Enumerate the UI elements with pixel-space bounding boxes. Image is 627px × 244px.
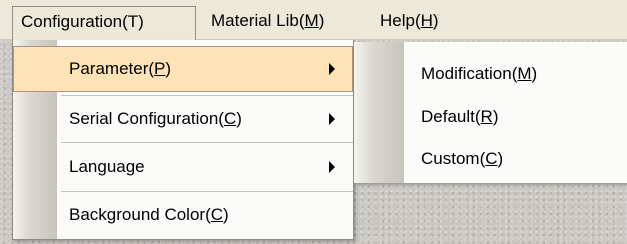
configuration-dropdown: Parameter(P) Serial Configuration(C) Lan… (12, 40, 354, 240)
label-text: ) (492, 107, 499, 126)
menu-configuration-label: Configuration(T) (21, 12, 144, 31)
submenu-item-custom-label: Custom(C) (421, 136, 503, 182)
accelerator-key: P (154, 59, 166, 78)
menu-bar: Configuration(T) Material Lib(M) Help(H) (0, 0, 627, 41)
accelerator-key: C (210, 205, 224, 224)
label-text: ) (236, 109, 242, 128)
submenu-arrow-icon (329, 161, 335, 173)
submenu-item-modification[interactable]: Modification(M) (354, 51, 627, 97)
menu-help[interactable]: Help(H) (380, 6, 439, 35)
label-text: Language (69, 157, 145, 176)
accelerator-key: C (223, 109, 237, 128)
label-text: Custom( (421, 149, 486, 168)
label-text: ) (531, 64, 538, 83)
submenu-item-default-label: Default(R) (421, 94, 498, 140)
menu-item-serial-configuration-label: Serial Configuration(C) (69, 96, 242, 142)
label-text: Default( (421, 107, 481, 126)
accelerator-key: R (480, 107, 493, 126)
label-text: ) (223, 205, 229, 224)
label-text: ) (318, 11, 325, 30)
submenu-item-default[interactable]: Default(R) (354, 94, 627, 140)
accelerator-key: M (517, 64, 532, 83)
menu-item-background-color[interactable]: Background Color(C) (13, 192, 353, 238)
label-text: Background Color( (69, 205, 211, 224)
label-text: ) (165, 59, 172, 78)
submenu-item-custom[interactable]: Custom(C) (354, 136, 627, 182)
menu-item-parameter-label: Parameter(P) (69, 47, 171, 93)
menu-item-language[interactable]: Language (13, 144, 353, 190)
accelerator-key: C (485, 149, 498, 168)
label-text: Material Lib( (211, 11, 305, 30)
menu-item-serial-configuration[interactable]: Serial Configuration(C) (13, 96, 353, 142)
menu-material-lib-label: Material Lib(M) (211, 11, 324, 30)
accelerator-key: H (420, 11, 433, 30)
menu-separator (61, 142, 353, 143)
accelerator-key: M (304, 11, 319, 30)
menu-configuration[interactable]: Configuration(T) (12, 6, 196, 41)
submenu-arrow-icon (329, 113, 335, 125)
label-text: ) (497, 149, 504, 168)
submenu-arrow-icon (329, 63, 335, 75)
label-text: Modification( (421, 64, 518, 83)
submenu-item-modification-label: Modification(M) (421, 51, 537, 97)
menu-item-language-label: Language (69, 144, 145, 190)
menu-help-label: Help(H) (380, 11, 439, 30)
label-text: Help( (380, 11, 421, 30)
label-text: Parameter( (69, 59, 155, 78)
parameter-submenu: Modification(M) Default(R) Custom(C) (354, 42, 627, 183)
menu-item-background-color-label: Background Color(C) (69, 192, 229, 238)
label-text: ) (432, 11, 439, 30)
label-text: Serial Configuration( (69, 109, 224, 128)
menu-item-parameter[interactable]: Parameter(P) (13, 46, 353, 92)
menu-material-lib[interactable]: Material Lib(M) (211, 6, 324, 35)
